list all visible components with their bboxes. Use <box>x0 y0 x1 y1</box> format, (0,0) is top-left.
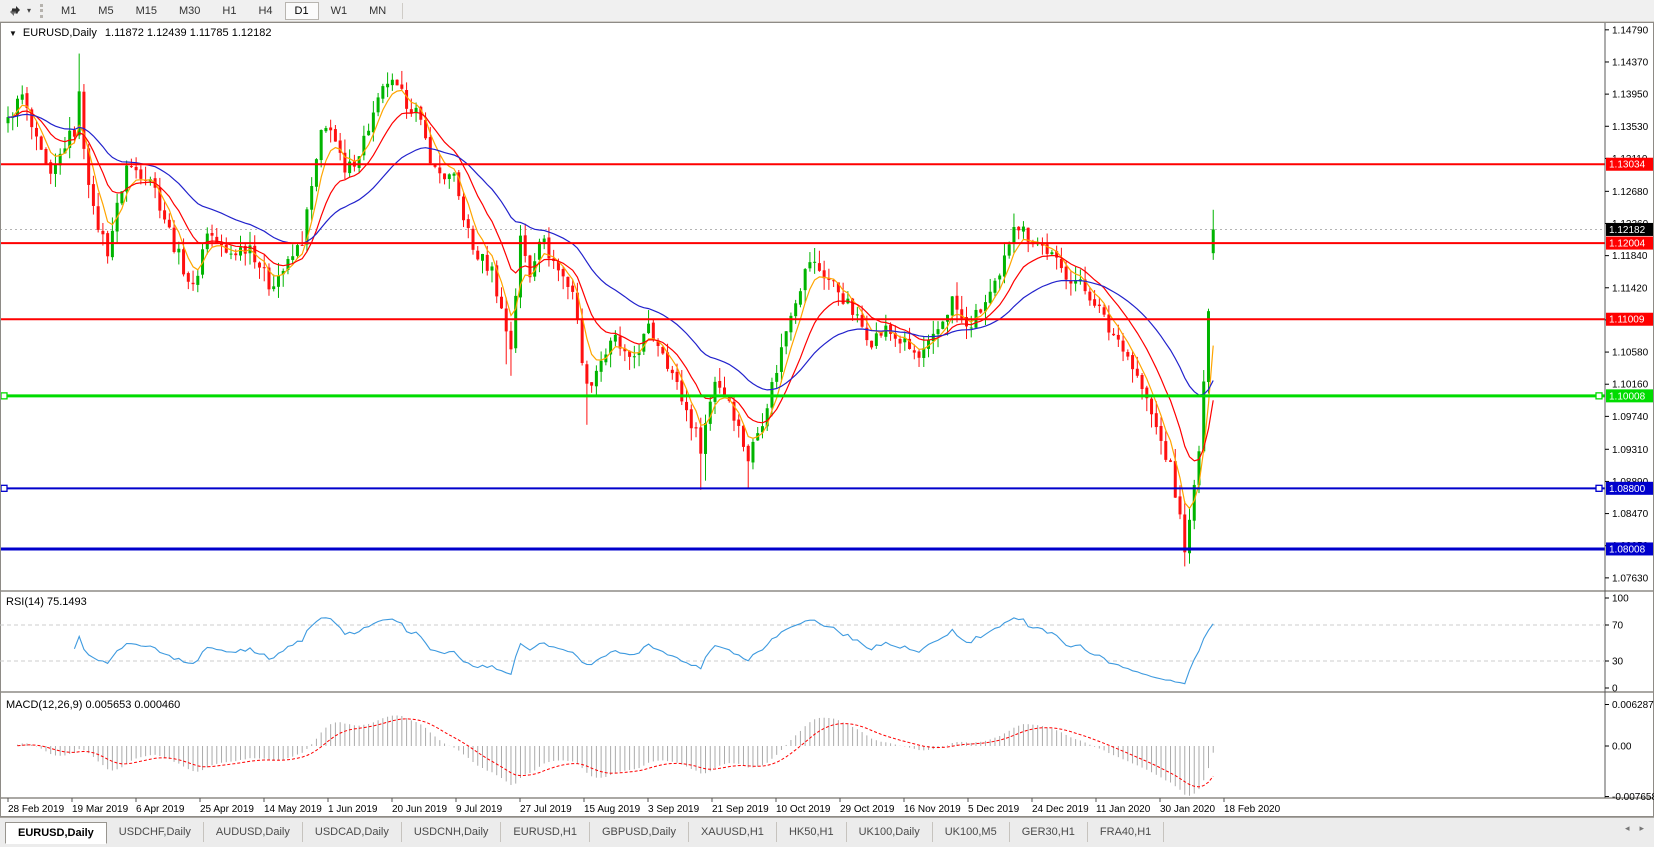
date-axis-layer: 28 Feb 2019 19 Mar 2019 6 Apr 2019 25 Apr 2… <box>8 798 1281 815</box>
svg-text:6 Apr 2019: 6 Apr 2019 <box>136 804 185 815</box>
svg-text:1.08800: 1.08800 <box>1609 484 1646 495</box>
svg-text:0: 0 <box>1612 684 1618 695</box>
candles-layer <box>7 54 1215 567</box>
svg-text:1.07630: 1.07630 <box>1612 573 1649 584</box>
price-chart-svg: 1.147901.143701.139501.135301.131101.126… <box>0 22 1654 817</box>
svg-text:1.09740: 1.09740 <box>1612 412 1649 423</box>
svg-text:1.10580: 1.10580 <box>1612 348 1649 359</box>
price-axis-layer: 1.147901.143701.139501.135301.131101.126… <box>1605 25 1653 584</box>
chart-tab-ger30-h1[interactable]: GER30,H1 <box>1010 822 1088 842</box>
chart-tab-usdcnh-daily[interactable]: USDCNH,Daily <box>402 822 502 842</box>
svg-text:14 May 2019: 14 May 2019 <box>264 804 322 815</box>
chart-symbol-label: EURUSD,Daily <box>23 27 97 39</box>
timeframe-button-h4[interactable]: H4 <box>248 2 282 20</box>
svg-text:70: 70 <box>1612 621 1624 632</box>
chart-tab-eurusd-h1[interactable]: EURUSD,H1 <box>501 822 590 842</box>
chart-tab-uk100-m5[interactable]: UK100,M5 <box>933 822 1010 842</box>
svg-text:24 Dec 2019: 24 Dec 2019 <box>1032 804 1089 815</box>
toolbar-grip[interactable] <box>40 4 43 18</box>
chart-collapse-icon[interactable]: ▼ <box>9 29 17 38</box>
chart-tab-audusd-daily[interactable]: AUDUSD,Daily <box>204 822 303 842</box>
timeframe-button-w1[interactable]: W1 <box>321 2 358 20</box>
svg-text:1.13950: 1.13950 <box>1612 90 1649 101</box>
svg-text:1.12182: 1.12182 <box>1609 225 1646 236</box>
timeframe-button-m5[interactable]: M5 <box>88 2 123 20</box>
svg-text:10 Oct 2019: 10 Oct 2019 <box>776 804 831 815</box>
chart-tab-hk50-h1[interactable]: HK50,H1 <box>777 822 847 842</box>
chart-tab-uk100-daily[interactable]: UK100,Daily <box>847 822 933 842</box>
timeframe-button-m15[interactable]: M15 <box>126 2 167 20</box>
svg-text:25 Apr 2019: 25 Apr 2019 <box>200 804 254 815</box>
svg-text:1 Jun 2019: 1 Jun 2019 <box>328 804 378 815</box>
chart-tab-eurusd-daily[interactable]: EURUSD,Daily <box>5 822 107 844</box>
svg-text:1.08008: 1.08008 <box>1609 544 1646 555</box>
svg-text:9 Jul 2019: 9 Jul 2019 <box>456 804 503 815</box>
svg-text:1.09310: 1.09310 <box>1612 445 1649 456</box>
svg-text:30: 30 <box>1612 657 1624 668</box>
chart-arrows-icon-svg <box>8 4 22 18</box>
tab-scroll-arrows: ◂ ▸ <box>1625 818 1644 838</box>
svg-text:-0.007658: -0.007658 <box>1612 792 1654 803</box>
rsi-layer: 100 70 30 0 <box>0 594 1629 695</box>
macd-layer: 0.006287 0.00 -0.007658 <box>17 700 1654 803</box>
chart-tabs-group: EURUSD,DailyUSDCHF,DailyAUDUSD,DailyUSDC… <box>5 822 1164 844</box>
timeframe-button-d1[interactable]: D1 <box>285 2 319 20</box>
chart-tab-usdcad-daily[interactable]: USDCAD,Daily <box>303 822 402 842</box>
svg-text:0.006287: 0.006287 <box>1612 700 1654 711</box>
chart-tab-usdchf-daily[interactable]: USDCHF,Daily <box>107 822 204 842</box>
svg-text:20 Jun 2019: 20 Jun 2019 <box>392 804 447 815</box>
macd-indicator-label: MACD(12,26,9) 0.005653 0.000460 <box>6 699 180 711</box>
svg-text:1.13530: 1.13530 <box>1612 122 1649 133</box>
svg-text:1.11840: 1.11840 <box>1612 251 1648 262</box>
svg-text:1.08470: 1.08470 <box>1612 509 1649 520</box>
svg-text:1.10160: 1.10160 <box>1612 380 1649 391</box>
chart-tab-xauusd-h1[interactable]: XAUUSD,H1 <box>689 822 777 842</box>
svg-text:15 Aug 2019: 15 Aug 2019 <box>584 804 641 815</box>
svg-text:5 Dec 2019: 5 Dec 2019 <box>968 804 1020 815</box>
svg-text:1.12004: 1.12004 <box>1609 239 1646 250</box>
fast-ma-line <box>8 90 1213 508</box>
trading-platform-window: ▾ M1M5M15M30H1H4D1W1MN 1.14790 1.14370 1.1… <box>0 0 1654 847</box>
svg-text:16 Nov 2019: 16 Nov 2019 <box>904 804 961 815</box>
chart-arrows-icon[interactable] <box>6 3 24 19</box>
chart-tools-dropdown-caret[interactable]: ▾ <box>24 6 34 15</box>
svg-text:0.00: 0.00 <box>1612 742 1632 753</box>
chart-tab-fra40-h1[interactable]: FRA40,H1 <box>1088 822 1164 842</box>
svg-text:21 Sep 2019: 21 Sep 2019 <box>712 804 769 815</box>
moving-averages-layer <box>8 90 1213 508</box>
svg-text:1.14370: 1.14370 <box>1612 57 1649 68</box>
rsi-line <box>74 618 1213 684</box>
chart-ohlc-values: 1.11872 1.12439 1.11785 1.12182 <box>105 27 272 39</box>
chart-title: ▼ EURUSD,Daily 1.11872 1.12439 1.11785 1… <box>9 27 271 39</box>
svg-text:3 Sep 2019: 3 Sep 2019 <box>648 804 700 815</box>
timeframe-buttons-group: M1M5M15M30H1H4D1W1MN <box>50 2 397 20</box>
timeframe-button-m30[interactable]: M30 <box>169 2 210 20</box>
frame-layer <box>0 22 1654 817</box>
chart-tab-bar: EURUSD,DailyUSDCHF,DailyAUDUSD,DailyUSDC… <box>0 817 1654 847</box>
svg-text:19 Mar 2019: 19 Mar 2019 <box>72 804 129 815</box>
svg-text:29 Oct 2019: 29 Oct 2019 <box>840 804 895 815</box>
svg-text:1.12680: 1.12680 <box>1612 187 1649 198</box>
svg-text:1.13034: 1.13034 <box>1609 160 1646 171</box>
svg-text:1.10008: 1.10008 <box>1609 391 1646 402</box>
chart-tab-gbpusd-daily[interactable]: GBPUSD,Daily <box>590 822 689 842</box>
tab-scroll-left-icon[interactable]: ◂ <box>1625 823 1630 834</box>
svg-text:100: 100 <box>1612 594 1629 605</box>
svg-text:18 Feb 2020: 18 Feb 2020 <box>1224 804 1281 815</box>
toolbar-separator <box>402 3 403 19</box>
timeframe-button-mn[interactable]: MN <box>359 2 396 20</box>
svg-text:30 Jan 2020: 30 Jan 2020 <box>1160 804 1215 815</box>
timeframe-button-m1[interactable]: M1 <box>51 2 86 20</box>
timeframe-button-h1[interactable]: H1 <box>212 2 246 20</box>
svg-text:27 Jul 2019: 27 Jul 2019 <box>520 804 572 815</box>
svg-text:11 Jan 2020: 11 Jan 2020 <box>1096 804 1151 815</box>
svg-text:1.14790: 1.14790 <box>1612 25 1649 36</box>
svg-text:1.11420: 1.11420 <box>1612 283 1648 294</box>
tab-scroll-right-icon[interactable]: ▸ <box>1639 823 1644 834</box>
rsi-indicator-label: RSI(14) 75.1493 <box>6 596 87 608</box>
svg-text:1.11009: 1.11009 <box>1609 315 1645 326</box>
svg-text:28 Feb 2019: 28 Feb 2019 <box>8 804 65 815</box>
chart-area[interactable]: 1.147901.143701.139501.135301.131101.126… <box>0 22 1654 817</box>
timeframe-toolbar: ▾ M1M5M15M30H1H4D1W1MN <box>0 0 1654 22</box>
